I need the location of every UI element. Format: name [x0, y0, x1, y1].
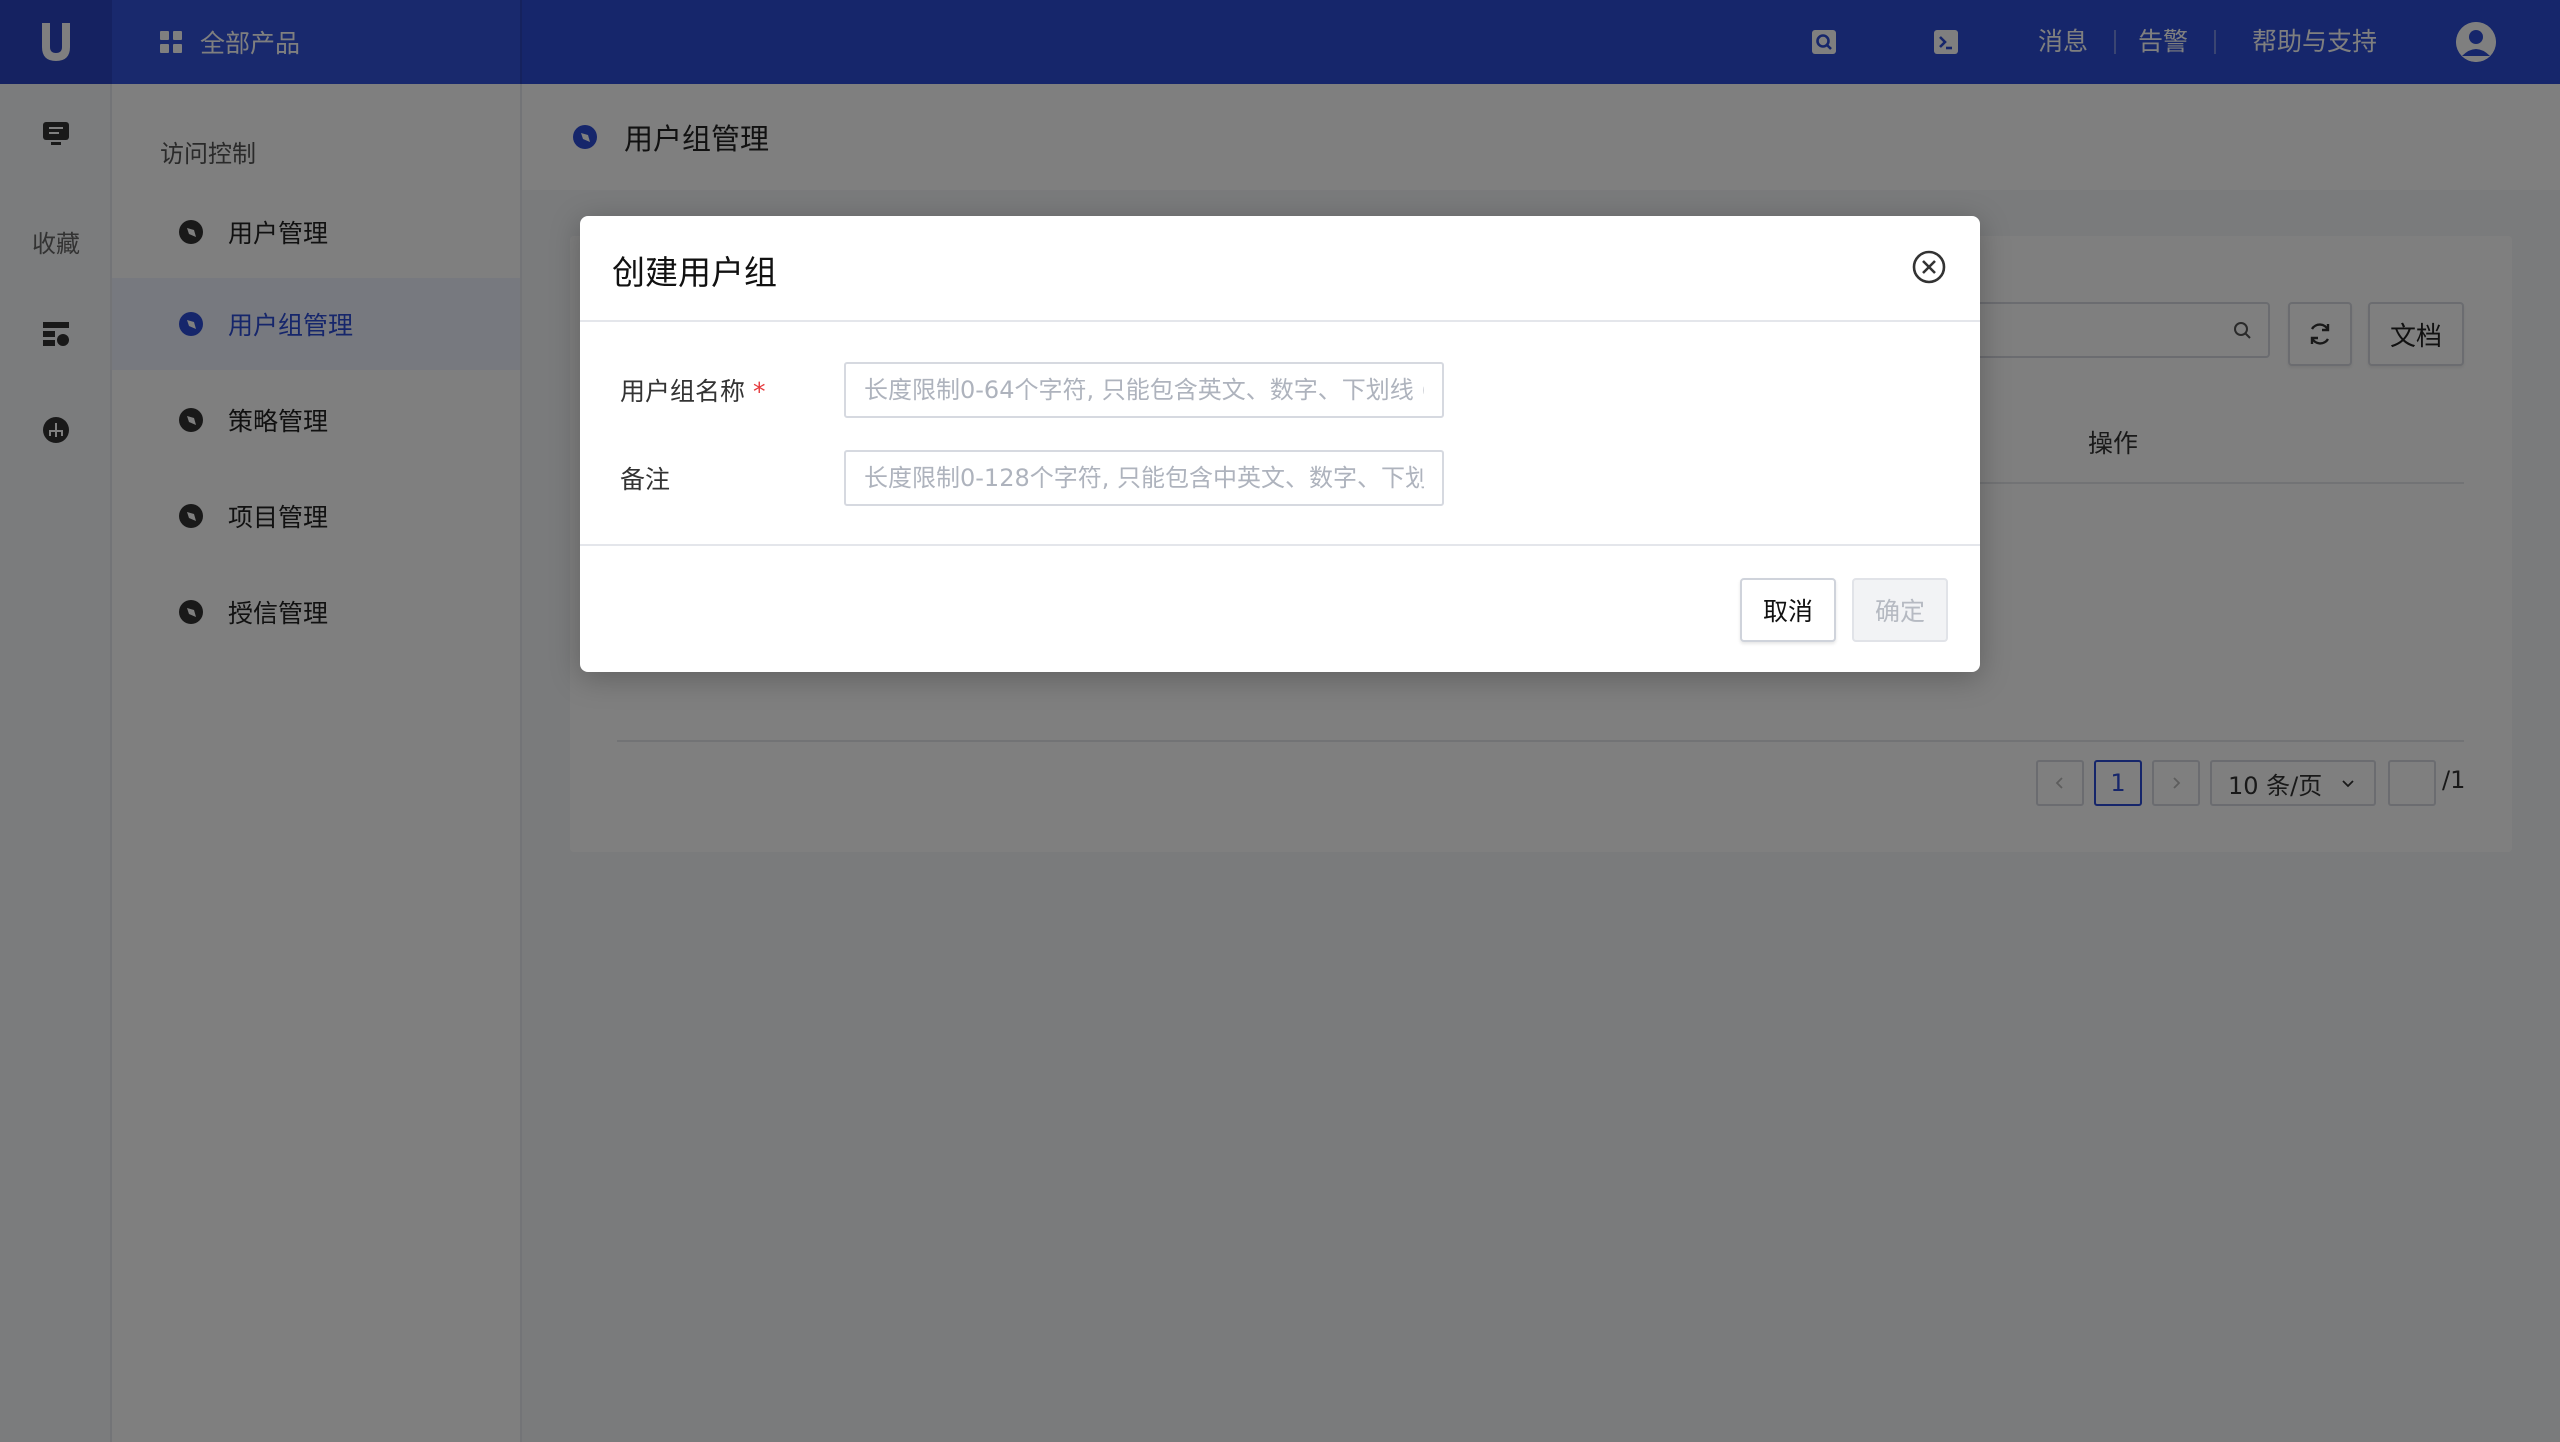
dialog-footer-divider: [580, 544, 1980, 546]
required-mark: *: [753, 377, 766, 406]
dialog-title: 创建用户组: [612, 253, 777, 292]
cancel-button[interactable]: 取消: [1740, 578, 1836, 642]
create-user-group-dialog: 创建用户组 用户组名称* 备注 取消 确定: [580, 216, 1980, 672]
remark-input[interactable]: [844, 450, 1444, 506]
close-icon[interactable]: [1910, 248, 1948, 286]
group-name-input[interactable]: [844, 362, 1444, 418]
group-name-label: 用户组名称 *: [620, 372, 766, 408]
dialog-header-divider: [580, 320, 1980, 322]
remark-label: 备注: [620, 465, 671, 494]
confirm-button[interactable]: 确定: [1852, 578, 1948, 642]
group-name-label-text: 用户组名称: [620, 377, 746, 406]
